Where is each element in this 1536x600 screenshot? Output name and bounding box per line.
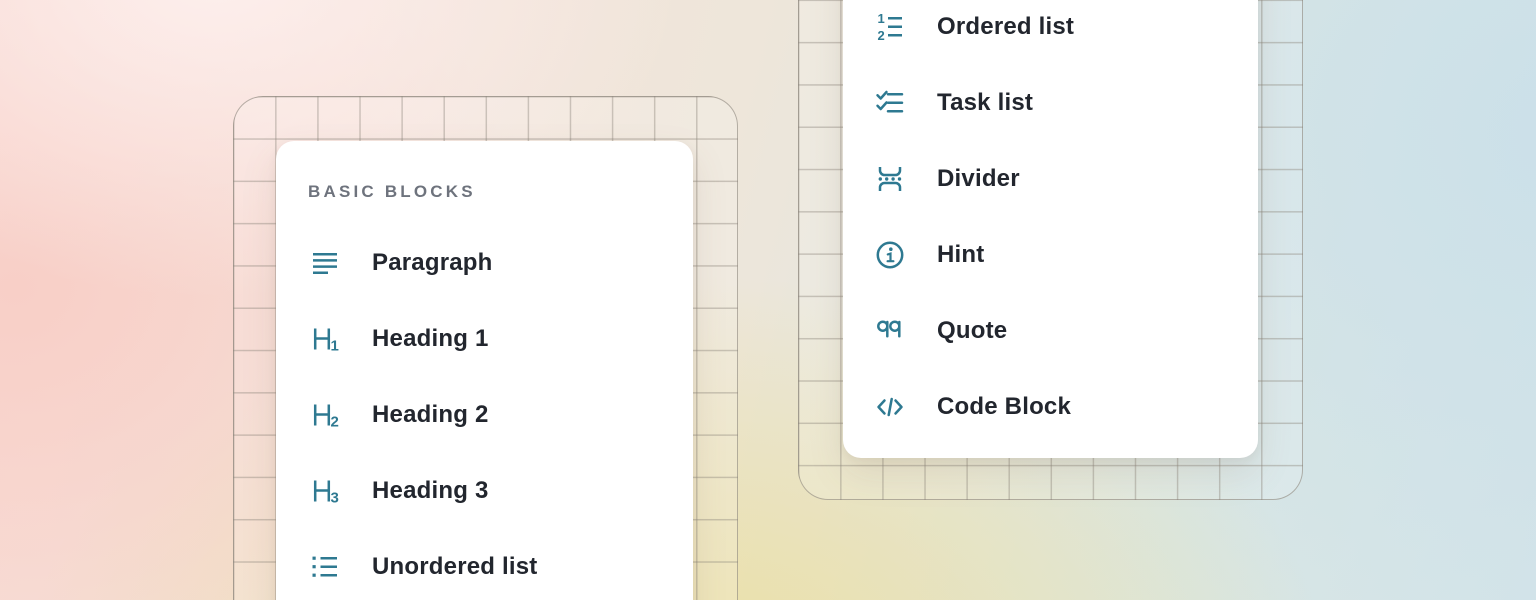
menu-item-heading-1[interactable]: 1 Heading 1 bbox=[308, 301, 693, 377]
menu-item-label: Ordered list bbox=[937, 13, 1074, 41]
code-block-icon bbox=[873, 390, 907, 424]
ordered-list-icon: 12 bbox=[873, 10, 907, 44]
menu-item-label: Heading 1 bbox=[372, 325, 489, 353]
heading-1-icon: 1 bbox=[308, 322, 342, 356]
menu-item-quote[interactable]: Quote bbox=[873, 293, 1258, 369]
task-list-icon bbox=[873, 86, 907, 120]
unordered-list-icon bbox=[308, 550, 342, 584]
svg-text:1: 1 bbox=[331, 338, 339, 355]
menu-item-label: Divider bbox=[937, 165, 1020, 193]
svg-text:3: 3 bbox=[331, 490, 339, 507]
menu-item-heading-3[interactable]: 3 Heading 3 bbox=[308, 453, 693, 529]
basic-blocks-list: Paragraph 1 Heading 1 2 Heading 2 3 Head… bbox=[308, 225, 693, 600]
more-blocks-list: 12 Ordered list Task list Divider Hint Q… bbox=[873, 0, 1258, 445]
menu-item-paragraph[interactable]: Paragraph bbox=[308, 225, 693, 301]
menu-item-unordered-list[interactable]: Unordered list bbox=[308, 529, 693, 600]
svg-text:1: 1 bbox=[878, 11, 885, 26]
menu-item-label: Task list bbox=[937, 89, 1033, 117]
quote-icon bbox=[873, 314, 907, 348]
divider-icon bbox=[873, 162, 907, 196]
heading-2-icon: 2 bbox=[308, 398, 342, 432]
svg-text:2: 2 bbox=[331, 414, 339, 431]
section-label-basic-blocks: BASIC BLOCKS bbox=[308, 181, 693, 203]
menu-item-hint[interactable]: Hint bbox=[873, 217, 1258, 293]
menu-item-label: Code Block bbox=[937, 393, 1071, 421]
menu-item-label: Paragraph bbox=[372, 249, 493, 277]
more-blocks-menu: 12 Ordered list Task list Divider Hint Q… bbox=[843, 0, 1258, 458]
menu-item-label: Quote bbox=[937, 317, 1007, 345]
block-menu-illustration: BASIC BLOCKS Paragraph 1 Heading 1 2 Hea… bbox=[0, 0, 1536, 600]
menu-item-label: Heading 2 bbox=[372, 401, 489, 429]
menu-item-label: Heading 3 bbox=[372, 477, 489, 505]
heading-3-icon: 3 bbox=[308, 474, 342, 508]
menu-item-code-block[interactable]: Code Block bbox=[873, 369, 1258, 445]
menu-item-divider[interactable]: Divider bbox=[873, 141, 1258, 217]
menu-item-label: Hint bbox=[937, 241, 984, 269]
menu-item-ordered-list[interactable]: 12 Ordered list bbox=[873, 0, 1258, 65]
menu-item-task-list[interactable]: Task list bbox=[873, 65, 1258, 141]
svg-text:2: 2 bbox=[878, 28, 885, 43]
menu-item-heading-2[interactable]: 2 Heading 2 bbox=[308, 377, 693, 453]
menu-item-label: Unordered list bbox=[372, 553, 538, 581]
hint-icon bbox=[873, 238, 907, 272]
basic-blocks-menu: BASIC BLOCKS Paragraph 1 Heading 1 2 Hea… bbox=[276, 141, 693, 600]
paragraph-icon bbox=[308, 246, 342, 280]
